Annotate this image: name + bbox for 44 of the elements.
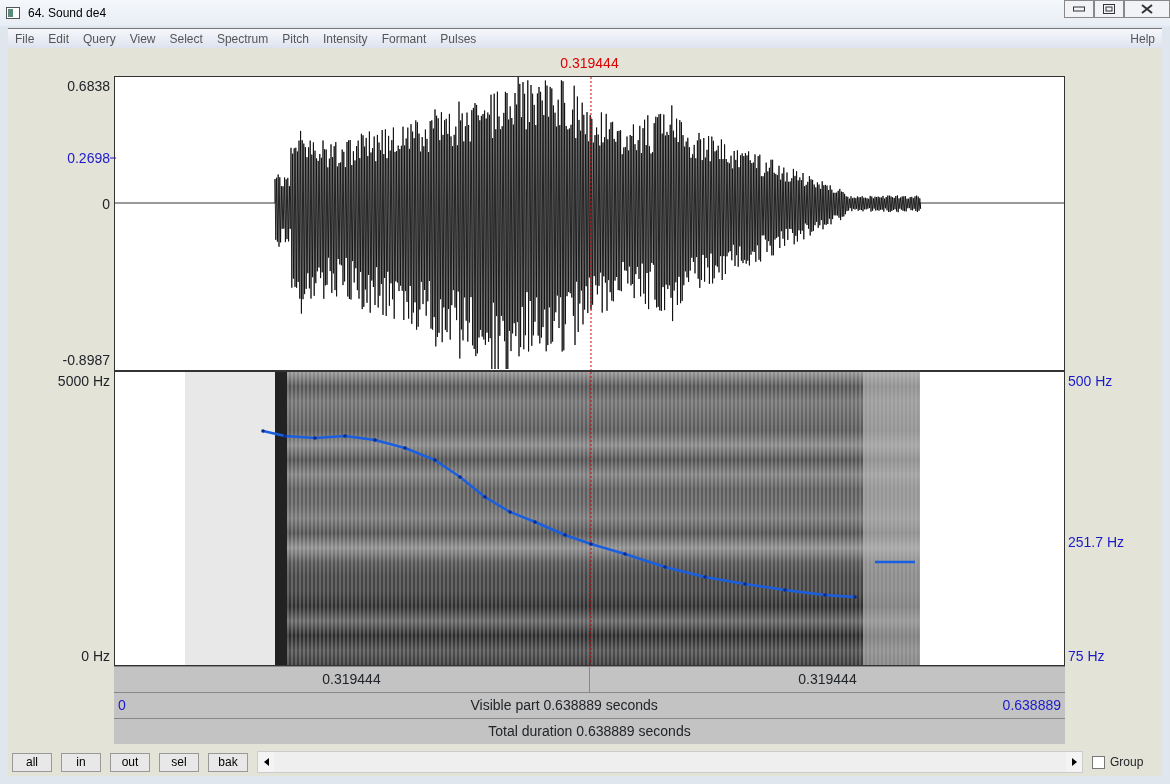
axis-label: -0.8987 — [62, 350, 110, 370]
zoom-button[interactable]: in — [61, 752, 101, 772]
maximize-button[interactable] — [1094, 0, 1124, 18]
zoom-button[interactable]: out — [110, 752, 150, 772]
scroll-right-icon[interactable] — [1071, 758, 1077, 766]
zoom-button[interactable]: all — [12, 752, 52, 772]
time-label: 0.319444 — [322, 671, 381, 687]
zoom-button[interactable]: bak — [208, 752, 248, 772]
close-button[interactable] — [1124, 0, 1170, 18]
time-label: 0 — [118, 696, 126, 715]
visible-part-label: Visible part 0.638889 seconds — [469, 696, 659, 715]
axis-label: 0 — [102, 194, 110, 214]
close-icon — [1141, 4, 1153, 14]
axis-label: 5000 Hz — [57, 371, 110, 391]
window-title: 64. Sound de4 — [28, 5, 107, 22]
axis-label: 0 Hz — [81, 646, 110, 666]
scroll-left-icon[interactable] — [263, 758, 269, 766]
zoom-button[interactable]: sel — [159, 752, 199, 772]
scrollbar[interactable] — [257, 751, 1083, 773]
menu-item[interactable]: Pulses — [433, 29, 484, 48]
menu-item[interactable]: Query — [76, 29, 123, 48]
menu-item[interactable]: Select — [162, 29, 210, 48]
menu-item[interactable]: Pitch — [275, 29, 316, 48]
time-label: 0.319444 — [798, 670, 857, 689]
menu-item[interactable]: File — [8, 29, 42, 48]
total-duration-label: Total duration 0.638889 seconds — [488, 722, 691, 741]
axis-label: 0.6838 — [67, 76, 110, 96]
cursor-time: 0.319444 — [560, 54, 619, 73]
menu-item[interactable]: View — [122, 29, 163, 48]
axis-label: 75 Hz — [1068, 646, 1105, 666]
menu-item[interactable]: Intensity — [315, 29, 375, 48]
app-icon — [6, 7, 20, 19]
time-label: 0.638889 — [1002, 696, 1061, 715]
menu-item[interactable]: Spectrum — [209, 29, 276, 48]
group-label: Group — [1110, 754, 1144, 771]
axis-label: 0.2698 — [67, 148, 110, 168]
maximize-icon — [1103, 4, 1115, 14]
menu-item[interactable]: Edit — [41, 29, 77, 48]
axis-label: 500 Hz — [1068, 371, 1113, 391]
menu-item[interactable]: Formant — [374, 29, 434, 48]
minimize-icon — [1073, 6, 1085, 12]
menu-item[interactable]: Help — [1123, 29, 1162, 48]
group-checkbox[interactable] — [1092, 755, 1105, 769]
axis-label: 251.7 Hz — [1068, 532, 1125, 552]
